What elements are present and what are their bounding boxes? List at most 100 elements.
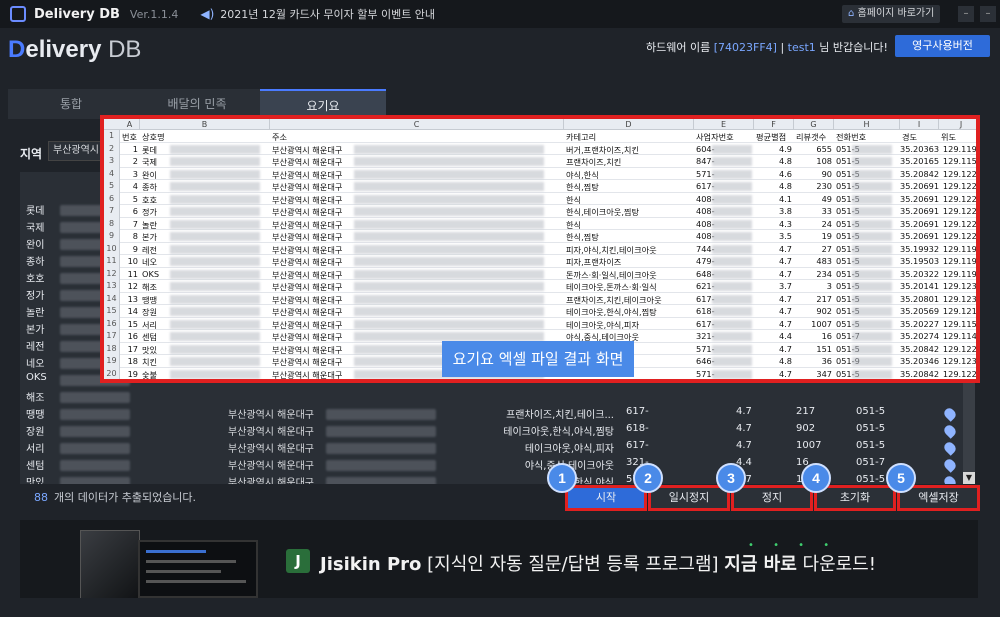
excel-cell: 평균별점 bbox=[756, 132, 787, 142]
excel-cell: 호호 bbox=[142, 194, 158, 205]
table-row[interactable]: 해조 bbox=[20, 389, 950, 406]
excel-row-number: 5 bbox=[104, 180, 120, 193]
redacted-cell bbox=[852, 357, 892, 366]
excel-column-letter: F bbox=[754, 119, 794, 130]
excel-cell: 놀란 bbox=[142, 219, 158, 230]
redacted-cell bbox=[712, 232, 752, 241]
redacted-cell bbox=[354, 257, 544, 266]
promo-banner[interactable]: J Jisikin Pro [지식인 자동 질문/답변 등록 프로그램] 지금 … bbox=[20, 520, 978, 598]
excel-row: 12 11 OKS 부산광역시 해운대구 돈까스·회·일식,테이크아웃 648- 4.7 23… bbox=[104, 267, 976, 280]
excel-row-number: 6 bbox=[104, 192, 120, 205]
excel-cell: 한식,찜탕 bbox=[566, 182, 599, 192]
excel-cell: 야식,한식 bbox=[566, 169, 599, 180]
cell-phone: 051-5 bbox=[856, 440, 886, 451]
extracted-count: 88 bbox=[34, 491, 48, 504]
cell-name: 종하 bbox=[26, 257, 45, 268]
redacted-cell bbox=[354, 219, 544, 229]
excel-cell: 카테고리 bbox=[566, 132, 597, 142]
excel-cell: 국제 bbox=[142, 157, 158, 167]
cell-name: OKS bbox=[26, 372, 47, 383]
map-pin-icon[interactable] bbox=[942, 423, 958, 439]
stop-button[interactable]: 정지 bbox=[731, 485, 813, 511]
close-button[interactable]: – bbox=[980, 6, 996, 22]
excel-row-number: 3 bbox=[104, 155, 120, 168]
redacted-cell bbox=[170, 357, 260, 366]
decorative-dots: • • • • bbox=[748, 540, 838, 551]
excel-cell: 4.8 bbox=[778, 356, 792, 366]
cell-name: 서리 bbox=[26, 444, 45, 455]
start-button[interactable]: 시작 bbox=[565, 485, 647, 511]
excel-cell: 35.20842 bbox=[900, 168, 940, 179]
excel-cell: 부산광역시 해운대구 bbox=[272, 344, 343, 355]
excel-cell: 217 bbox=[816, 293, 832, 304]
redacted-cell bbox=[712, 332, 752, 341]
map-pin-icon[interactable] bbox=[942, 474, 958, 484]
excel-cell: 35.20141 bbox=[900, 281, 940, 291]
excel-row: 8 7 놀란 부산광역시 해운대구 한식 408- 4.3 24 051-5 35.20691 12… bbox=[104, 217, 976, 230]
redacted-cell bbox=[170, 257, 260, 266]
excel-cell: 한식,찜탕 bbox=[566, 232, 599, 242]
excel-cell: 129.1147 bbox=[942, 331, 980, 341]
notice-link[interactable]: 2021년 12월 카드사 무이자 할부 이벤트 안내 bbox=[220, 6, 435, 22]
product-screenshot-image bbox=[138, 540, 258, 598]
map-pin-icon[interactable] bbox=[942, 457, 958, 473]
excel-cell: 3.7 bbox=[778, 281, 792, 291]
cell-address: 부산광역시 해운대구 bbox=[228, 461, 314, 472]
excel-cell: 부산광역시 해운대구 bbox=[272, 257, 343, 267]
map-pin-icon[interactable] bbox=[942, 440, 958, 456]
excel-cell: 부산광역시 해운대구 bbox=[272, 319, 343, 330]
excel-cell: 19 bbox=[127, 368, 138, 379]
header: Delivery DB 하드웨어 이름 [74023FF4] | test1 님… bbox=[0, 28, 1000, 72]
redacted-cell bbox=[170, 157, 260, 166]
minimize-button[interactable]: – bbox=[958, 6, 974, 22]
excel-cell: 4.7 bbox=[778, 343, 792, 354]
speaker-icon: ◀) bbox=[200, 7, 215, 21]
excel-cell: 피자,야식,치킨,테이크아웃 bbox=[566, 244, 657, 255]
brand-logo: Delivery DB bbox=[8, 36, 142, 63]
excel-cell: 4.7 bbox=[778, 318, 792, 329]
excel-cell: 35.20801 bbox=[900, 293, 940, 304]
excel-cell: 롯데 bbox=[142, 144, 158, 155]
excel-cell: 483 bbox=[816, 256, 832, 266]
excel-cell: 35.20165 bbox=[900, 156, 940, 166]
redacted-cell bbox=[354, 244, 544, 254]
excel-cell: 129.1224 bbox=[942, 368, 980, 379]
excel-cell: 12 bbox=[127, 281, 138, 291]
home-icon: ⌂ bbox=[848, 8, 855, 19]
excel-cell: 14 bbox=[127, 306, 138, 316]
redacted-cell bbox=[712, 319, 752, 329]
cell-phone: 051-5 bbox=[856, 474, 886, 484]
redacted-cell bbox=[170, 182, 260, 191]
excel-cell: 4.9 bbox=[778, 143, 792, 154]
excel-cell: 35.20691 bbox=[900, 193, 940, 204]
pause-button[interactable]: 일시정지 bbox=[648, 485, 730, 511]
excel-cell: 18 bbox=[127, 356, 138, 366]
table-row[interactable]: 장원 부산광역시 해운대구 테이크아웃,한식,야식,찜탕 618- 4.7 902 051-… bbox=[20, 423, 958, 440]
permanent-version-button[interactable]: 영구사용버전 bbox=[895, 35, 990, 57]
excel-cell: 129.1233 bbox=[942, 356, 980, 366]
excel-row: 6 5 호호 부산광역시 해운대구 한식 408- 4.1 49 051-5 35.20691 12… bbox=[104, 192, 976, 205]
excel-row-number: 7 bbox=[104, 205, 120, 218]
excel-cell: 129.1229 bbox=[942, 181, 980, 191]
excel-cell: 4.7 bbox=[778, 293, 792, 304]
excel-row-number: 12 bbox=[104, 267, 120, 280]
excel-cell: 3 bbox=[132, 168, 138, 179]
redacted-cell bbox=[712, 269, 752, 279]
excel-cell: 전화번호 bbox=[836, 132, 867, 142]
scroll-down-icon[interactable]: ▼ bbox=[963, 472, 975, 484]
excel-cell: 부산광역시 해운대구 bbox=[272, 332, 343, 342]
excel-cell: 11 bbox=[127, 268, 138, 279]
map-pin-icon[interactable] bbox=[942, 406, 958, 422]
cell-name: 완이 bbox=[26, 240, 45, 251]
redacted-cell bbox=[712, 169, 752, 179]
table-row[interactable]: 땡땡 부산광역시 해운대구 프랜차이즈,치킨,테이크... 617- 4.7 217 051… bbox=[20, 406, 958, 423]
table-row[interactable]: 서리 부산광역시 해운대구 테이크아웃,야식,피자 617- 4.7 1007 051-5 bbox=[20, 440, 958, 457]
excel-row-number: 10 bbox=[104, 242, 120, 255]
cell-business-number: 618- bbox=[626, 423, 649, 434]
excel-cell: 35.20842 bbox=[900, 343, 940, 354]
excel-cell: 35.20691 bbox=[900, 231, 940, 241]
excel-cell: 7 bbox=[132, 218, 138, 229]
homepage-button[interactable]: ⌂ 홈페이지 바로가기 bbox=[842, 5, 941, 23]
excel-cell: 129.1154 bbox=[942, 318, 980, 329]
redacted-cell bbox=[354, 169, 544, 179]
